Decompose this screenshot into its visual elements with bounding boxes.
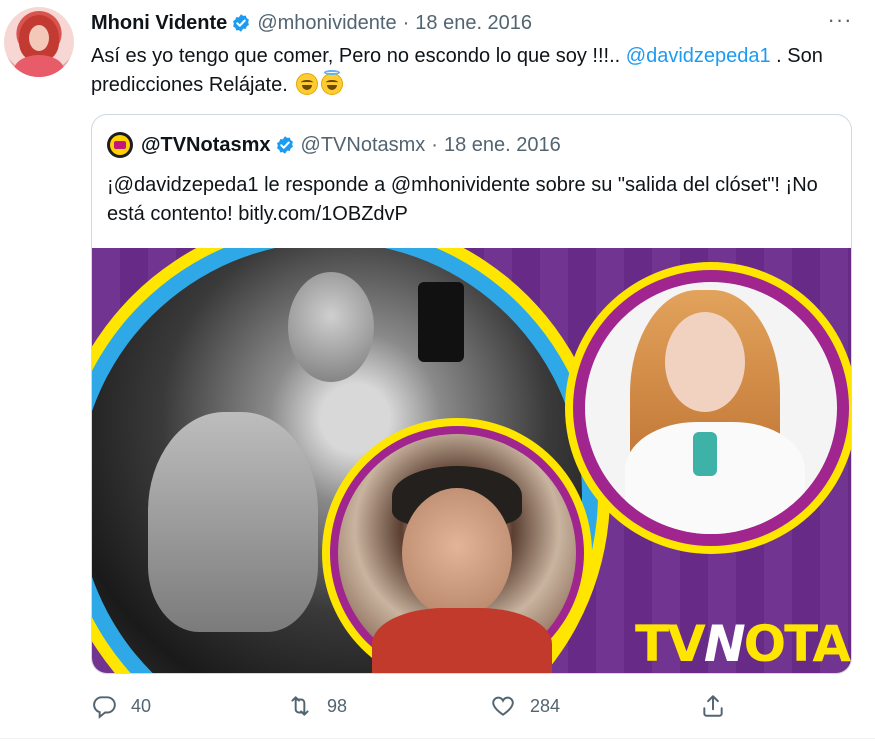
grinning-squinting-face-icon [296, 73, 319, 95]
photo-head [288, 272, 374, 382]
heart-icon [492, 696, 514, 716]
separator-dot: · [431, 133, 438, 156]
like-button[interactable]: 284 [490, 690, 560, 722]
separator-dot: · [402, 11, 410, 34]
reply-icon [93, 696, 116, 719]
quoted-date[interactable]: 18 ene. 2016 [444, 134, 561, 157]
photo-torso [148, 412, 318, 632]
tweet-text-part: Así es yo tengo que comer, Pero no escon… [91, 45, 626, 67]
smiling-face-with-halo-icon [321, 70, 344, 95]
tweet-header: Mhoni Vidente @mhonividente · 18 ene. 20… [91, 10, 532, 36]
photo-phone [418, 282, 464, 362]
tweet-body: Así es yo tengo que comer, Pero no escon… [91, 42, 861, 100]
author-name[interactable]: Mhoni Vidente [91, 12, 227, 35]
photo-face [402, 488, 512, 618]
quoted-tweet-text: ¡@davidzepeda1 le responde a @mhonividen… [107, 174, 818, 225]
author-handle[interactable]: @mhonividente [257, 12, 396, 35]
divider [0, 738, 875, 739]
author-avatar[interactable] [4, 7, 74, 77]
verified-badge-icon [276, 136, 293, 154]
retweet-button[interactable]: 98 [287, 690, 347, 722]
share-button[interactable] [700, 690, 726, 722]
verified-badge-icon [233, 14, 250, 32]
mention-link[interactable]: @davidzepeda1 [626, 45, 771, 67]
tweet-actions: 40 98 284 [91, 690, 831, 722]
photo-face [665, 312, 745, 412]
quoted-tweet[interactable]: @TVNotasmx @TVNotasmx · 18 ene. 2016 ¡@d… [91, 114, 852, 674]
quoted-author-name[interactable]: @TVNotasmx [141, 134, 271, 157]
avatar-body [14, 55, 64, 77]
like-count: 284 [530, 695, 561, 716]
share-icon [703, 695, 723, 717]
tvnotas-logo: TVNOTAS [635, 615, 851, 673]
photo-shirt [372, 608, 552, 673]
photo-necklace [693, 432, 717, 476]
quoted-author-handle[interactable]: @TVNotasmx [301, 134, 426, 157]
quoted-avatar[interactable] [107, 132, 133, 158]
reply-count: 40 [131, 695, 152, 716]
tweet-date[interactable]: 18 ene. 2016 [415, 12, 532, 35]
quoted-tweet-header: @TVNotasmx @TVNotasmx · 18 ene. 2016 [107, 132, 561, 158]
reply-button[interactable]: 40 [91, 690, 151, 722]
retweet-icon [291, 696, 309, 716]
avatar-face [29, 25, 49, 51]
quoted-media-image[interactable]: TVNOTAS [92, 248, 851, 673]
portrait-photo [585, 282, 837, 534]
more-options-icon[interactable]: ··· [825, 9, 855, 34]
retweet-count: 98 [327, 695, 348, 716]
